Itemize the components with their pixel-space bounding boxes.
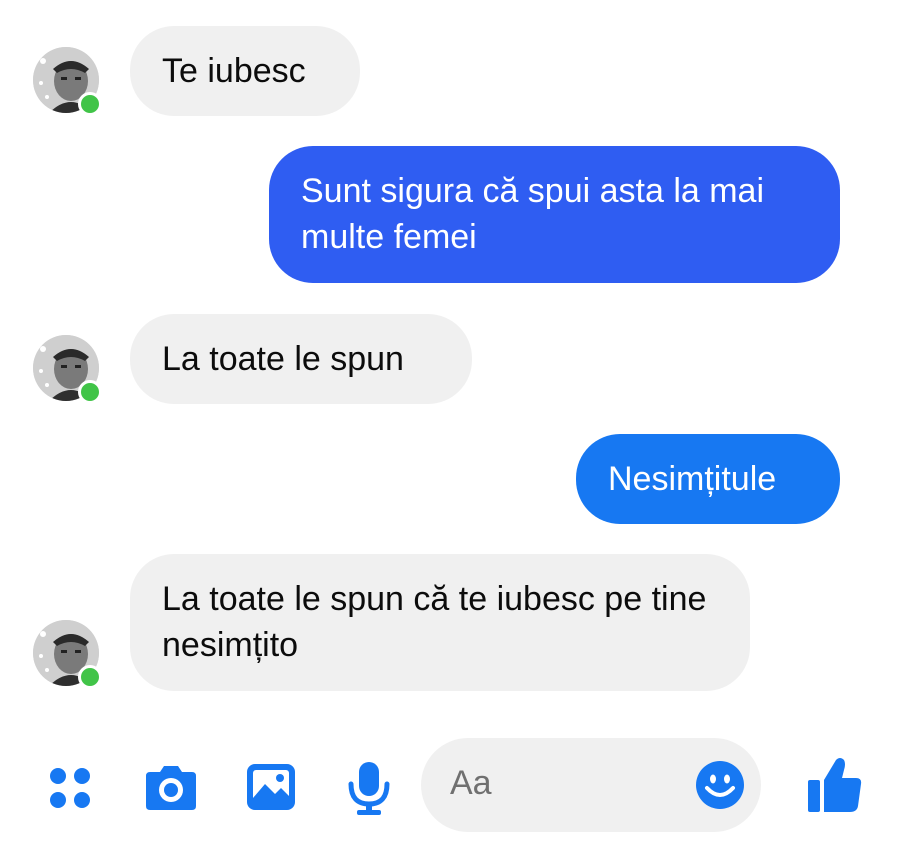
composer-bar: Aa	[0, 738, 900, 848]
message-text: La toate le spun	[162, 340, 404, 378]
emoji-icon[interactable]	[695, 760, 745, 815]
message-bubble-outgoing[interactable]: Nesimțitule	[576, 434, 840, 524]
message-bubble-incoming[interactable]: La toate le spun	[130, 314, 472, 404]
message-text: Nesimțitule	[608, 460, 777, 498]
message-text: La toate le spun că te iubesc pe tine ne…	[162, 580, 707, 664]
message-bubble-incoming[interactable]: La toate le spun că te iubesc pe tine ne…	[130, 554, 750, 691]
online-indicator	[78, 665, 102, 689]
more-apps-icon[interactable]	[46, 764, 94, 817]
gallery-icon[interactable]	[245, 762, 297, 817]
message-input[interactable]: Aa	[421, 738, 761, 832]
message-text: Te iubesc	[162, 52, 306, 90]
online-indicator	[78, 92, 102, 116]
microphone-icon[interactable]	[347, 760, 391, 821]
thumbs-up-icon[interactable]	[806, 756, 862, 819]
contact-avatar[interactable]	[33, 47, 102, 116]
online-indicator	[78, 380, 102, 404]
contact-avatar[interactable]	[33, 620, 102, 689]
contact-avatar[interactable]	[33, 335, 102, 404]
message-bubble-outgoing[interactable]: Sunt sigura că spui asta la mai multe fe…	[269, 146, 840, 283]
message-input-placeholder: Aa	[450, 764, 492, 802]
camera-icon[interactable]	[142, 764, 200, 817]
message-bubble-incoming[interactable]: Te iubesc	[130, 26, 360, 116]
message-text: Sunt sigura că spui asta la mai multe fe…	[301, 172, 765, 256]
